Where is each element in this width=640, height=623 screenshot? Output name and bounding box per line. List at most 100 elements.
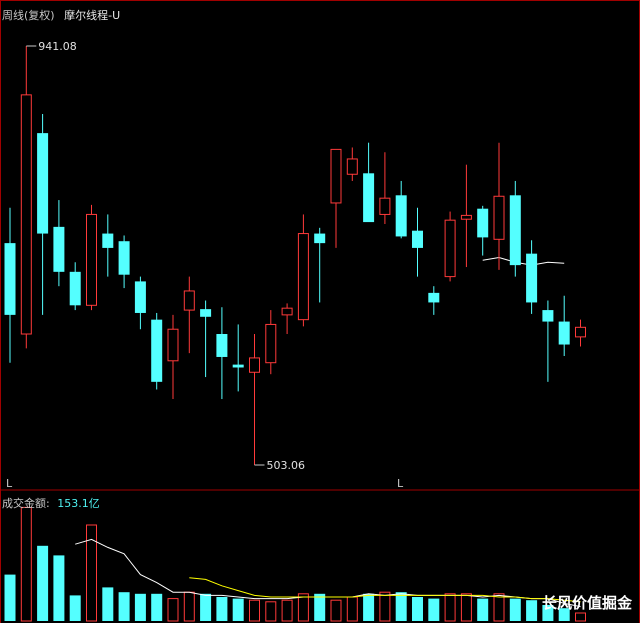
volume-bar <box>151 593 163 621</box>
candle-body <box>477 208 489 238</box>
candle <box>200 300 212 378</box>
candle-body <box>346 158 358 175</box>
kline-chart: L L 941.08 503.06 <box>0 0 640 623</box>
volume-bar <box>53 555 65 621</box>
candle-body <box>4 243 16 315</box>
volume-bar <box>200 593 212 621</box>
candle-body <box>379 197 391 215</box>
candle-body <box>395 195 407 237</box>
candle-body <box>53 226 65 272</box>
volume-bar <box>167 598 179 622</box>
volume-bar <box>118 592 130 621</box>
candle-body <box>183 290 195 311</box>
candle-body <box>118 241 130 275</box>
candle <box>526 240 538 314</box>
candle <box>37 113 49 315</box>
candle <box>102 214 114 277</box>
candle <box>395 180 407 239</box>
volume-value: 153.1亿 <box>57 497 100 510</box>
period-label[interactable]: 周线(复权) <box>2 9 55 22</box>
candle-body <box>265 323 277 364</box>
volume-bar <box>69 595 81 621</box>
candle-body <box>460 214 472 220</box>
candle-body <box>69 271 81 306</box>
candle-body <box>428 292 440 303</box>
candle <box>379 152 391 224</box>
volume-bar <box>314 593 326 621</box>
candle <box>281 303 293 335</box>
candle-body <box>232 364 244 368</box>
candle <box>412 207 423 277</box>
candle-body <box>526 253 538 303</box>
candle <box>363 142 375 223</box>
volume-bar <box>346 596 358 622</box>
volume-bar <box>216 597 228 621</box>
candle <box>493 142 505 270</box>
candle <box>297 214 309 327</box>
volume-bar <box>232 598 244 621</box>
candle-body <box>20 94 32 335</box>
candle <box>232 324 244 392</box>
volume-bar <box>526 600 538 621</box>
price-ma-line <box>482 256 565 266</box>
candle <box>558 295 570 357</box>
volume-bar <box>493 593 505 622</box>
candle <box>575 319 586 347</box>
candle-body <box>200 309 212 317</box>
volume-bar <box>134 593 146 621</box>
candle-body <box>281 307 293 316</box>
candle-body <box>558 321 570 345</box>
candle <box>249 334 260 465</box>
volume-bar <box>477 598 489 621</box>
candle <box>346 147 358 181</box>
candle-body <box>444 219 456 278</box>
volume-layer <box>4 506 586 622</box>
candle <box>265 310 277 375</box>
indicator-label[interactable]: 摩尔线程-U <box>64 9 120 22</box>
candle <box>460 164 472 268</box>
volume-header: 成交金额: 153.1亿 <box>2 495 100 511</box>
candle <box>216 307 228 400</box>
left-l-marker: L <box>6 477 13 490</box>
candle-body <box>330 148 342 204</box>
volume-bar <box>330 599 342 622</box>
candle-body <box>167 328 179 362</box>
candle <box>151 312 163 390</box>
candle <box>53 200 65 287</box>
volume-bar <box>395 592 407 621</box>
volume-bar <box>428 598 440 621</box>
watermark-text: 长风价值掘金 <box>541 594 632 612</box>
candle <box>477 205 489 256</box>
volume-bar <box>444 593 456 622</box>
candle-body <box>134 281 146 313</box>
candle-body <box>297 233 309 321</box>
volume-bar <box>265 601 277 622</box>
volume-bar <box>249 599 260 622</box>
candle-body <box>151 319 163 382</box>
high-price-label: 941.08 <box>38 40 77 53</box>
volume-bar <box>102 587 114 621</box>
candle-body <box>102 233 114 248</box>
volume-bar <box>20 506 32 622</box>
candle-body <box>37 133 49 234</box>
candle <box>444 211 456 282</box>
candle-body <box>542 310 554 322</box>
candle <box>314 227 326 303</box>
volume-bar <box>297 593 309 622</box>
candles-layer <box>4 46 586 465</box>
volume-bar <box>37 545 49 621</box>
volume-bar <box>379 591 391 622</box>
volume-bar <box>460 593 472 622</box>
candle <box>69 262 81 311</box>
candle <box>4 207 16 363</box>
candle <box>167 314 179 400</box>
volume-bar <box>575 612 586 622</box>
candle-body <box>363 173 375 223</box>
volume-bar <box>509 598 521 621</box>
candle <box>86 204 97 311</box>
low-price-label: 503.06 <box>267 459 306 472</box>
right-l-marker: L <box>397 477 404 490</box>
candle <box>134 276 146 330</box>
candle-body <box>216 334 228 357</box>
price-ma-layer <box>482 256 565 266</box>
